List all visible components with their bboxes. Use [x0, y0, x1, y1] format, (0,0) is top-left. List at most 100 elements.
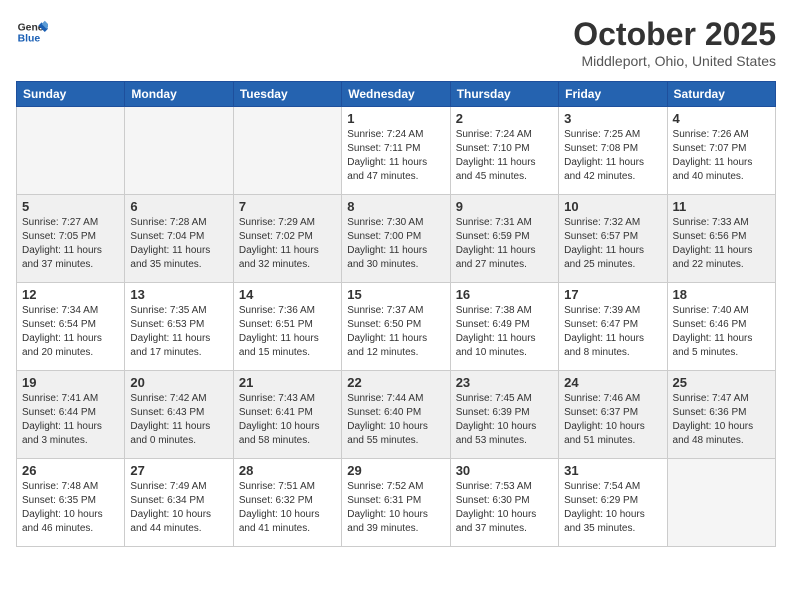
calendar-cell: 16 Sunrise: 7:38 AM Sunset: 6:49 PM Dayli… [450, 283, 558, 371]
weekday-header-thursday: Thursday [450, 82, 558, 107]
day-number: 28 [239, 463, 336, 478]
calendar-week-row: 1 Sunrise: 7:24 AM Sunset: 7:11 PM Daylig… [17, 107, 776, 195]
day-number: 30 [456, 463, 553, 478]
day-info: Sunrise: 7:52 AM Sunset: 6:31 PM Dayligh… [347, 480, 444, 536]
weekday-header-sunday: Sunday [17, 82, 125, 107]
calendar-week-row: 19 Sunrise: 7:41 AM Sunset: 6:44 PM Dayli… [17, 371, 776, 459]
day-number: 25 [673, 375, 770, 390]
day-info: Sunrise: 7:54 AM Sunset: 6:29 PM Dayligh… [564, 480, 661, 536]
calendar-cell: 25 Sunrise: 7:47 AM Sunset: 6:36 PM Dayli… [667, 371, 775, 459]
logo: General Blue [16, 16, 48, 48]
day-number: 20 [130, 375, 227, 390]
day-number: 19 [22, 375, 119, 390]
calendar-cell: 1 Sunrise: 7:24 AM Sunset: 7:11 PM Daylig… [342, 107, 450, 195]
title-block: October 2025 Middleport, Ohio, United St… [573, 16, 776, 69]
calendar-cell: 14 Sunrise: 7:36 AM Sunset: 6:51 PM Dayli… [233, 283, 341, 371]
day-info: Sunrise: 7:44 AM Sunset: 6:40 PM Dayligh… [347, 392, 444, 448]
day-info: Sunrise: 7:48 AM Sunset: 6:35 PM Dayligh… [22, 480, 119, 536]
calendar-cell: 7 Sunrise: 7:29 AM Sunset: 7:02 PM Daylig… [233, 195, 341, 283]
day-number: 23 [456, 375, 553, 390]
calendar-cell: 2Sunrise: 7:24 AM Sunset: 7:10 PM Daylig… [450, 107, 558, 195]
calendar-cell [125, 107, 233, 195]
calendar-cell [667, 459, 775, 547]
day-number: 22 [347, 375, 444, 390]
calendar-cell: 26 Sunrise: 7:48 AM Sunset: 6:35 PM Dayli… [17, 459, 125, 547]
day-info: Sunrise: 7:26 AM Sunset: 7:07 PM Dayligh… [673, 128, 770, 184]
calendar-cell: 28 Sunrise: 7:51 AM Sunset: 6:32 PM Dayli… [233, 459, 341, 547]
day-info: Sunrise: 7:27 AM Sunset: 7:05 PM Dayligh… [22, 216, 119, 272]
day-number: 12 [22, 287, 119, 302]
day-number: 17 [564, 287, 661, 302]
calendar-table: SundayMondayTuesdayWednesdayThursdayFrid… [16, 81, 776, 547]
calendar-cell: 22 Sunrise: 7:44 AM Sunset: 6:40 PM Dayli… [342, 371, 450, 459]
day-info: Sunrise: 7:53 AM Sunset: 6:30 PM Dayligh… [456, 480, 553, 536]
day-info: Sunrise: 7:28 AM Sunset: 7:04 PM Dayligh… [130, 216, 227, 272]
calendar-cell: 13Sunrise: 7:35 AM Sunset: 6:53 PM Dayli… [125, 283, 233, 371]
day-info: Sunrise: 7:34 AM Sunset: 6:54 PM Dayligh… [22, 304, 119, 360]
day-info: Sunrise: 7:51 AM Sunset: 6:32 PM Dayligh… [239, 480, 336, 536]
day-number: 18 [673, 287, 770, 302]
calendar-cell: 4 Sunrise: 7:26 AM Sunset: 7:07 PM Daylig… [667, 107, 775, 195]
day-number: 8 [347, 199, 444, 214]
weekday-header-tuesday: Tuesday [233, 82, 341, 107]
day-number: 4 [673, 111, 770, 126]
calendar-cell: 11 Sunrise: 7:33 AM Sunset: 6:56 PM Dayli… [667, 195, 775, 283]
day-info: Sunrise: 7:32 AM Sunset: 6:57 PM Dayligh… [564, 216, 661, 272]
calendar-cell: 21 Sunrise: 7:43 AM Sunset: 6:41 PM Dayli… [233, 371, 341, 459]
day-number: 7 [239, 199, 336, 214]
day-info: Sunrise: 7:29 AM Sunset: 7:02 PM Dayligh… [239, 216, 336, 272]
day-info: Sunrise: 7:36 AM Sunset: 6:51 PM Dayligh… [239, 304, 336, 360]
calendar-cell: 23Sunrise: 7:45 AM Sunset: 6:39 PM Dayli… [450, 371, 558, 459]
calendar-cell: 12 Sunrise: 7:34 AM Sunset: 6:54 PM Dayli… [17, 283, 125, 371]
calendar-cell: 15Sunrise: 7:37 AM Sunset: 6:50 PM Dayli… [342, 283, 450, 371]
day-info: Sunrise: 7:49 AM Sunset: 6:34 PM Dayligh… [130, 480, 227, 536]
calendar-cell: 10 Sunrise: 7:32 AM Sunset: 6:57 PM Dayli… [559, 195, 667, 283]
weekday-header-row: SundayMondayTuesdayWednesdayThursdayFrid… [17, 82, 776, 107]
day-info: Sunrise: 7:46 AM Sunset: 6:37 PM Dayligh… [564, 392, 661, 448]
calendar-cell: 24Sunrise: 7:46 AM Sunset: 6:37 PM Dayli… [559, 371, 667, 459]
day-number: 29 [347, 463, 444, 478]
location: Middleport, Ohio, United States [573, 53, 776, 69]
day-info: Sunrise: 7:47 AM Sunset: 6:36 PM Dayligh… [673, 392, 770, 448]
day-number: 13 [130, 287, 227, 302]
day-number: 26 [22, 463, 119, 478]
calendar-cell: 3Sunrise: 7:25 AM Sunset: 7:08 PM Daylig… [559, 107, 667, 195]
day-number: 14 [239, 287, 336, 302]
calendar-cell: 18 Sunrise: 7:40 AM Sunset: 6:46 PM Dayli… [667, 283, 775, 371]
calendar-cell [233, 107, 341, 195]
page-header: General Blue October 2025 Middleport, Oh… [16, 16, 776, 69]
day-number: 16 [456, 287, 553, 302]
weekday-header-wednesday: Wednesday [342, 82, 450, 107]
day-number: 11 [673, 199, 770, 214]
day-info: Sunrise: 7:38 AM Sunset: 6:49 PM Dayligh… [456, 304, 553, 360]
day-info: Sunrise: 7:24 AM Sunset: 7:11 PM Dayligh… [347, 128, 444, 184]
day-info: Sunrise: 7:25 AM Sunset: 7:08 PM Dayligh… [564, 128, 661, 184]
day-info: Sunrise: 7:42 AM Sunset: 6:43 PM Dayligh… [130, 392, 227, 448]
day-number: 1 [347, 111, 444, 126]
day-info: Sunrise: 7:43 AM Sunset: 6:41 PM Dayligh… [239, 392, 336, 448]
weekday-header-monday: Monday [125, 82, 233, 107]
day-number: 31 [564, 463, 661, 478]
calendar-cell: 29 Sunrise: 7:52 AM Sunset: 6:31 PM Dayli… [342, 459, 450, 547]
calendar-cell [17, 107, 125, 195]
day-info: Sunrise: 7:31 AM Sunset: 6:59 PM Dayligh… [456, 216, 553, 272]
day-info: Sunrise: 7:30 AM Sunset: 7:00 PM Dayligh… [347, 216, 444, 272]
calendar-cell: 6Sunrise: 7:28 AM Sunset: 7:04 PM Daylig… [125, 195, 233, 283]
day-info: Sunrise: 7:39 AM Sunset: 6:47 PM Dayligh… [564, 304, 661, 360]
day-info: Sunrise: 7:33 AM Sunset: 6:56 PM Dayligh… [673, 216, 770, 272]
day-number: 27 [130, 463, 227, 478]
day-number: 2 [456, 111, 553, 126]
calendar-week-row: 5 Sunrise: 7:27 AM Sunset: 7:05 PM Daylig… [17, 195, 776, 283]
weekday-header-saturday: Saturday [667, 82, 775, 107]
day-info: Sunrise: 7:41 AM Sunset: 6:44 PM Dayligh… [22, 392, 119, 448]
day-number: 5 [22, 199, 119, 214]
calendar-cell: 17 Sunrise: 7:39 AM Sunset: 6:47 PM Dayli… [559, 283, 667, 371]
calendar-week-row: 12 Sunrise: 7:34 AM Sunset: 6:54 PM Dayli… [17, 283, 776, 371]
logo-icon: General Blue [16, 16, 48, 48]
day-info: Sunrise: 7:40 AM Sunset: 6:46 PM Dayligh… [673, 304, 770, 360]
day-info: Sunrise: 7:37 AM Sunset: 6:50 PM Dayligh… [347, 304, 444, 360]
day-number: 10 [564, 199, 661, 214]
day-number: 21 [239, 375, 336, 390]
calendar-week-row: 26 Sunrise: 7:48 AM Sunset: 6:35 PM Dayli… [17, 459, 776, 547]
calendar-cell: 27 Sunrise: 7:49 AM Sunset: 6:34 PM Dayli… [125, 459, 233, 547]
